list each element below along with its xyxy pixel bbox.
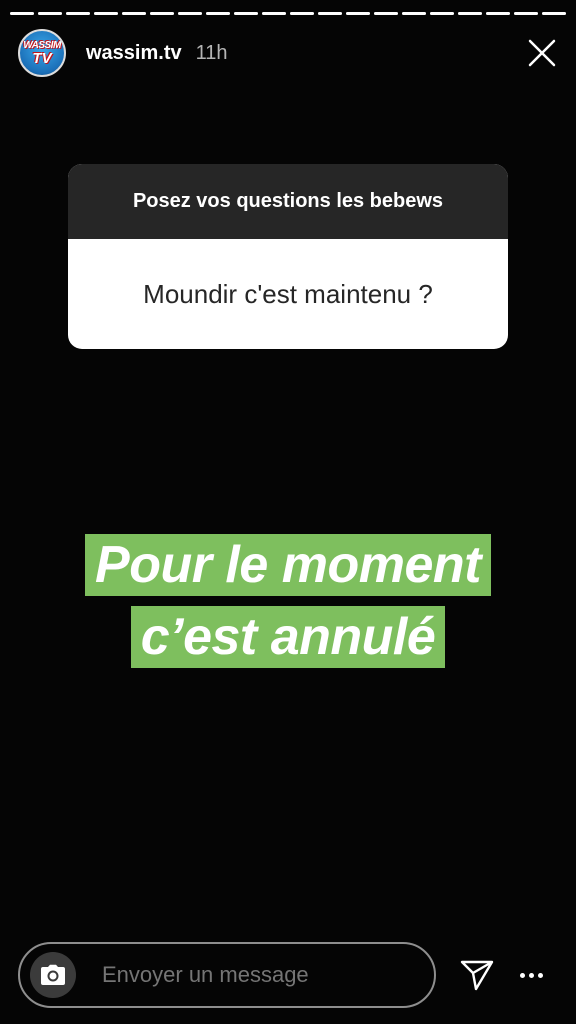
progress-segment <box>346 12 370 15</box>
message-box[interactable] <box>18 942 436 1008</box>
send-icon <box>460 960 494 991</box>
progress-segment <box>10 12 34 15</box>
answer-line-1: Pour le moment <box>85 534 491 596</box>
progress-segment <box>38 12 62 15</box>
question-prompt: Posez vos questions les bebews <box>68 164 508 239</box>
time-ago: 11h <box>195 41 228 64</box>
more-icon-dot <box>537 972 543 978</box>
reply-bar <box>18 940 558 1010</box>
progress-segment <box>94 12 118 15</box>
progress-segment <box>66 12 90 15</box>
story-progress-bar <box>10 12 566 15</box>
send-button[interactable] <box>458 956 496 994</box>
question-text: Moundir c'est maintenu ? <box>143 278 433 309</box>
progress-segment <box>542 12 566 15</box>
progress-segment <box>318 12 342 15</box>
answer-text: Pour le moment c’est annulé <box>0 534 576 668</box>
close-button[interactable] <box>522 33 562 73</box>
progress-segment <box>122 12 146 15</box>
story-screen: WASSIM TV wassim.tv 11h Posez vos questi… <box>0 0 576 1024</box>
more-icon-dot <box>528 972 534 978</box>
progress-segment <box>402 12 426 15</box>
camera-button[interactable] <box>30 952 76 998</box>
progress-segment <box>178 12 202 15</box>
progress-segment <box>150 12 174 15</box>
progress-segment <box>514 12 538 15</box>
answer-line-2: c’est annulé <box>130 606 446 668</box>
question-sticker[interactable]: Posez vos questions les bebews Moundir c… <box>68 164 508 349</box>
more-icon <box>519 972 525 978</box>
progress-segment <box>374 12 398 15</box>
progress-segment <box>290 12 314 15</box>
progress-segment <box>206 12 230 15</box>
avatar[interactable]: WASSIM TV <box>18 29 66 77</box>
progress-segment <box>430 12 454 15</box>
avatar-logo-text-2: TV <box>32 49 52 67</box>
camera-icon <box>41 964 65 985</box>
progress-segment <box>458 12 482 15</box>
avatar-logo-text: WASSIM <box>23 39 61 51</box>
progress-segment <box>262 12 286 15</box>
story-header: WASSIM TV wassim.tv 11h <box>18 26 562 80</box>
progress-segment <box>234 12 258 15</box>
more-button[interactable] <box>516 960 546 990</box>
message-input[interactable] <box>100 961 404 989</box>
close-icon <box>528 39 556 67</box>
progress-segment <box>486 12 510 15</box>
username[interactable]: wassim.tv <box>86 42 182 65</box>
